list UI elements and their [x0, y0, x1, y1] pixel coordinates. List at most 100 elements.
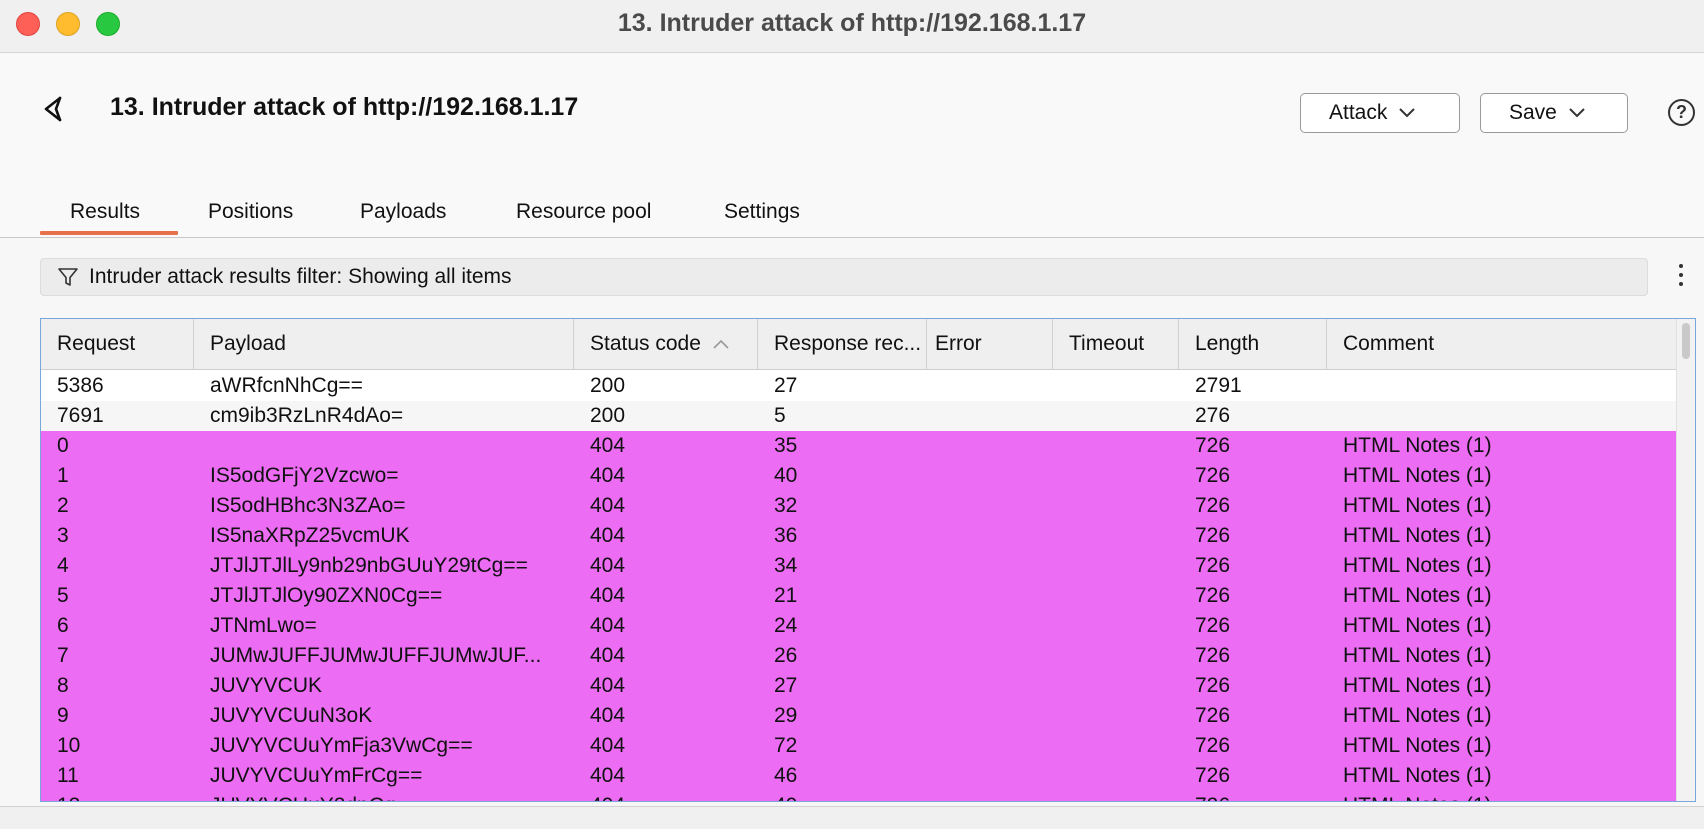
- cell-timeout: [1053, 551, 1179, 581]
- page-title: 13. Intruder attack of http://192.168.1.…: [110, 93, 579, 121]
- table-row[interactable]: 1 IS5odGFjY2Vzcwo= 404 40 726 HTML Notes (1): [41, 461, 1677, 491]
- attack-tabs: Results Positions Payloads Resource pool…: [0, 183, 1704, 238]
- cell-comment: HTML Notes (1): [1343, 464, 1492, 487]
- table-row[interactable]: 9 JUVYVCUuN3oK 404 29 726 HTML Notes (1): [41, 701, 1677, 731]
- tab-resource-pool[interactable]: Resource pool: [516, 200, 651, 224]
- cell-response-received: 27: [774, 674, 798, 697]
- cell-request: 10: [57, 734, 81, 757]
- status-code-header-label: Status code: [590, 332, 701, 355]
- cell-request: 7691: [57, 404, 104, 427]
- cell-length: 726: [1195, 644, 1231, 667]
- cell-timeout: [1053, 371, 1179, 401]
- vertical-scrollbar[interactable]: [1676, 319, 1695, 801]
- column-header-comment[interactable]: Comment: [1327, 319, 1677, 369]
- cell-comment: HTML Notes (1): [1343, 554, 1492, 577]
- column-header-status-code[interactable]: Status code: [574, 319, 758, 369]
- filter-text: Intruder attack results filter: Showing …: [89, 265, 512, 288]
- cell-status-code: 404: [590, 704, 626, 727]
- table-row[interactable]: 4 JTJlJTJlLy9nb29nbGUuY29tCg== 404 34 726 HTM…: [41, 551, 1677, 581]
- column-header-payload[interactable]: Payload: [194, 319, 574, 369]
- cell-status-code: 404: [590, 584, 626, 607]
- column-header-response-received[interactable]: Response rec...: [758, 319, 927, 369]
- table-header: Request Payload Status code Response rec…: [41, 319, 1677, 370]
- table-row[interactable]: 5386 aWRfcnNhCg== 200 27 2791: [41, 371, 1677, 401]
- attack-button-label: Attack: [1329, 101, 1388, 124]
- cell-request: 5: [57, 584, 69, 607]
- more-options-icon[interactable]: [1677, 264, 1685, 290]
- cell-comment: [1327, 401, 1677, 431]
- table-row[interactable]: 5 JTJlJTJlOy90ZXN0Cg== 404 21 726 HTML Notes …: [41, 581, 1677, 611]
- table-row[interactable]: 7691 cm9ib3RzLnR4dAo= 200 5 276: [41, 401, 1677, 431]
- cell-response-received: 27: [774, 374, 798, 397]
- table-row[interactable]: 10 JUVYVCUuYmFja3VwCg== 404 72 726 HTML Notes…: [41, 731, 1677, 761]
- column-header-error[interactable]: Error: [927, 319, 1053, 369]
- cell-request: 2: [57, 494, 69, 517]
- cell-comment: HTML Notes (1): [1343, 434, 1492, 457]
- cell-error: [927, 491, 1053, 521]
- table-row[interactable]: 3 IS5naXRpZ25vcmUK 404 36 726 HTML Notes (1): [41, 521, 1677, 551]
- cell-status-code: 404: [590, 674, 626, 697]
- attack-dropdown-button[interactable]: Attack: [1300, 93, 1460, 133]
- table-row[interactable]: 2 IS5odHBhc3N3ZAo= 404 32 726 HTML Notes (1): [41, 491, 1677, 521]
- table-row[interactable]: 0 404 35 726 HTML Notes (1): [41, 431, 1677, 461]
- cell-comment: HTML Notes (1): [1343, 674, 1492, 697]
- cell-payload: IS5naXRpZ25vcmUK: [210, 524, 410, 547]
- column-header-length[interactable]: Length: [1179, 319, 1327, 369]
- cell-error: [927, 371, 1053, 401]
- results-filter-bar[interactable]: Intruder attack results filter: Showing …: [40, 258, 1648, 296]
- help-icon[interactable]: ?: [1668, 99, 1695, 126]
- cell-payload: JUVYVCUK: [210, 674, 323, 697]
- cell-status-code: 404: [590, 734, 626, 757]
- cell-comment: HTML Notes (1): [1343, 614, 1492, 637]
- cell-response-received: 5: [774, 404, 786, 427]
- bottom-strip: [0, 806, 1704, 829]
- table-row[interactable]: 12JUVYVCUuY2dpCg==40440 726HTML Notes (1): [41, 791, 1677, 801]
- cell-length: 726: [1195, 764, 1231, 787]
- cell-length: 726: [1195, 494, 1231, 517]
- cell-length: 726: [1195, 434, 1231, 457]
- cell-error: [927, 611, 1053, 641]
- cell-length: 726: [1195, 584, 1231, 607]
- cell-status-code: 404: [590, 644, 626, 667]
- tab-settings[interactable]: Settings: [724, 200, 800, 224]
- cell-status-code: 404: [590, 554, 626, 577]
- table-row[interactable]: 8 JUVYVCUK 404 27 726 HTML Notes (1): [41, 671, 1677, 701]
- active-tab-indicator: [40, 231, 178, 235]
- cell-comment: HTML Notes (1): [1343, 644, 1492, 667]
- cell-error: [927, 521, 1053, 551]
- cell-timeout: [1053, 731, 1179, 761]
- column-header-timeout[interactable]: Timeout: [1053, 319, 1179, 369]
- table-row[interactable]: 6 JTNmLwo= 404 24 726 HTML Notes (1): [41, 611, 1677, 641]
- save-dropdown-button[interactable]: Save: [1480, 93, 1628, 133]
- cell-status-code: 404: [590, 434, 626, 457]
- cell-payload: cm9ib3RzLnR4dAo=: [210, 404, 404, 427]
- cell-length: 726: [1195, 674, 1231, 697]
- cell-request: 4: [57, 554, 69, 577]
- cell-length: 726: [1179, 791, 1327, 801]
- cell-response-received: 36: [774, 524, 798, 547]
- cell-request: 7: [57, 644, 69, 667]
- chevron-down-icon: [1569, 108, 1585, 118]
- cell-payload: IS5odGFjY2Vzcwo=: [210, 464, 399, 487]
- cell-response-received: 26: [774, 644, 798, 667]
- cell-error: [927, 761, 1053, 791]
- cell-timeout: [1053, 491, 1179, 521]
- scrollbar-thumb[interactable]: [1682, 323, 1690, 359]
- tab-results[interactable]: Results: [70, 200, 140, 224]
- table-row[interactable]: 7 JUMwJUFFJUMwJUFFJUMwJUF... 404 26 726 HTML …: [41, 641, 1677, 671]
- cell-error: [927, 671, 1053, 701]
- tab-payloads[interactable]: Payloads: [360, 200, 446, 224]
- save-button-label: Save: [1509, 101, 1557, 124]
- column-header-request[interactable]: Request: [41, 319, 194, 369]
- chevron-down-icon: [1399, 108, 1416, 118]
- cell-length: 726: [1195, 734, 1231, 757]
- cell-error: [927, 431, 1053, 461]
- tab-positions[interactable]: Positions: [208, 200, 293, 224]
- cell-response-received: 40: [774, 464, 798, 487]
- sort-ascending-icon: [713, 340, 729, 350]
- cell-comment: [1327, 371, 1677, 401]
- cell-payload: JUVYVCUuYmFja3VwCg==: [210, 734, 473, 757]
- cell-request: 8: [57, 674, 69, 697]
- cell-length: 726: [1195, 554, 1231, 577]
- table-row[interactable]: 11 JUVYVCUuYmFrCg== 404 46 726 HTML Notes (1): [41, 761, 1677, 791]
